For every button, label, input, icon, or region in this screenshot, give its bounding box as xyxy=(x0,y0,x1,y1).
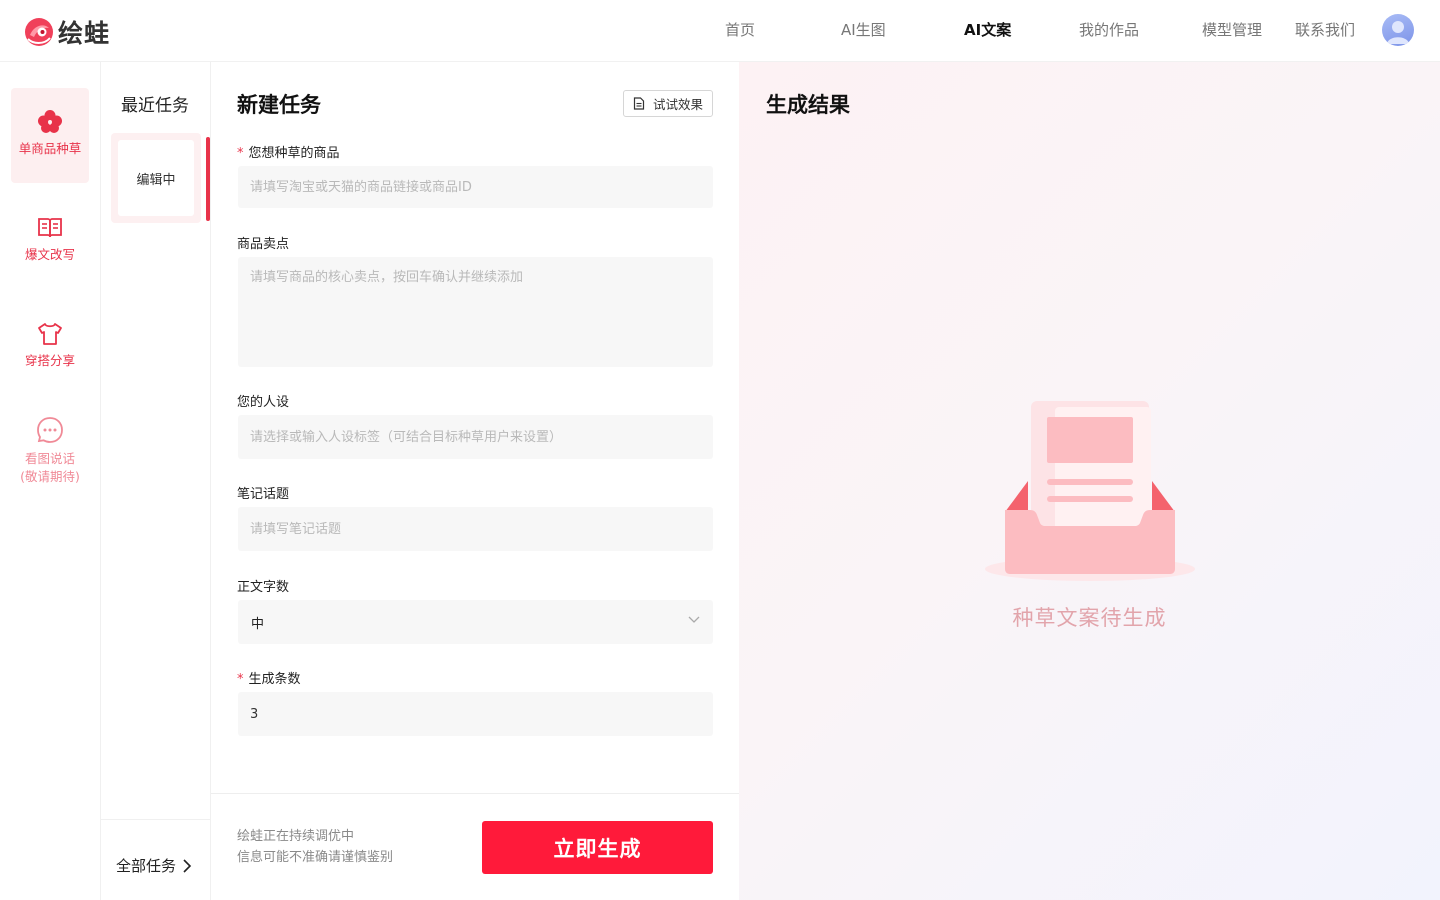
sidebar-item-label: 爆文改写 xyxy=(24,247,75,262)
sidebar-item-rewrite[interactable]: 爆文改写 xyxy=(11,214,89,264)
required-mark: * xyxy=(237,672,244,687)
chevron-right-icon xyxy=(183,858,192,873)
result-panel: 生成结果 种草文案待生成 xyxy=(739,62,1440,900)
nav-contact-us[interactable]: 联系我们 xyxy=(1295,19,1355,40)
try-effect-label: 试试效果 xyxy=(652,97,703,112)
all-tasks-link[interactable]: 全部任务 xyxy=(116,855,192,876)
divider xyxy=(101,819,211,820)
chevron-down-icon xyxy=(688,616,700,623)
count-label: * 生成条数 xyxy=(237,668,301,687)
task-status: 编辑中 xyxy=(118,140,194,216)
required-mark: * xyxy=(237,146,244,161)
shirt-icon xyxy=(38,323,62,345)
nav-home[interactable]: 首页 xyxy=(725,19,755,40)
nav-my-works[interactable]: 我的作品 xyxy=(1079,19,1139,40)
nav-ai-image[interactable]: AI生图 xyxy=(841,19,886,40)
persona-input[interactable] xyxy=(238,415,713,459)
user-avatar-icon xyxy=(1387,21,1409,44)
selling-points-textarea[interactable] xyxy=(238,257,713,367)
user-avatar[interactable] xyxy=(1382,14,1414,46)
word-count-label: 正文字数 xyxy=(237,580,290,595)
book-icon xyxy=(38,218,62,238)
frog-logo-icon xyxy=(25,18,53,46)
all-tasks-label: 全部任务 xyxy=(116,857,177,875)
sidebar-item-outfit-share[interactable]: 穿搭分享 xyxy=(11,320,89,370)
word-count-select[interactable]: 中 xyxy=(238,600,713,644)
sidebar-item-image-talk[interactable]: 看图说话 (敬请期待) xyxy=(11,416,89,486)
document-icon xyxy=(633,97,645,110)
feature-sidebar: 单商品种草 爆文改写 穿搭分享 看图说话 (敬请期待) xyxy=(0,62,101,900)
top-header: 绘蛙 首页 AI生图 AI文案 我的作品 模型管理 联系我们 xyxy=(0,0,1440,62)
recent-tasks-panel: 最近任务 编辑中 全部任务 xyxy=(101,62,211,900)
form-title: 新建任务 xyxy=(237,93,321,117)
selling-points-label: 商品卖点 xyxy=(237,237,290,252)
empty-state-text: 种草文案待生成 xyxy=(1012,606,1167,630)
nav-ai-copywriting[interactable]: AI文案 xyxy=(964,19,1011,40)
active-task-indicator xyxy=(206,137,210,221)
disclaimer: 绘蛙正在持续调优中 信息可能不准确请谨慎鉴别 xyxy=(237,826,393,868)
generate-button[interactable]: 立即生成 xyxy=(482,821,713,874)
disclaimer-line-2: 信息可能不准确请谨慎鉴别 xyxy=(237,850,394,865)
count-input[interactable] xyxy=(238,692,713,736)
product-input[interactable] xyxy=(238,166,713,208)
sidebar-item-single-product[interactable]: 单商品种草 xyxy=(11,88,89,183)
word-count-value: 中 xyxy=(251,617,265,632)
persona-label: 您的人设 xyxy=(237,395,290,410)
coming-soon-label: (敬请期待) xyxy=(20,469,80,484)
recent-tasks-title: 最近任务 xyxy=(121,96,189,116)
try-effect-button[interactable]: 试试效果 xyxy=(623,90,713,117)
new-task-form: 新建任务 试试效果 * 您想种草的商品 商品卖点 您的人设 笔记话题 正文字数 中… xyxy=(211,62,739,900)
result-title: 生成结果 xyxy=(766,93,850,117)
brand-name: 绘蛙 xyxy=(58,19,111,48)
chat-bubble-icon xyxy=(37,417,63,443)
nav-model-management[interactable]: 模型管理 xyxy=(1202,19,1262,40)
task-card[interactable]: 编辑中 xyxy=(111,133,201,223)
sidebar-item-label: 单商品种草 xyxy=(18,141,82,156)
divider xyxy=(211,793,739,794)
inbox-document-icon xyxy=(985,401,1195,581)
product-label: * 您想种草的商品 xyxy=(237,142,340,161)
sidebar-item-label: 看图说话 xyxy=(24,451,75,466)
logo[interactable]: 绘蛙 xyxy=(24,14,110,50)
count-label-text: 生成条数 xyxy=(248,672,301,687)
topic-label: 笔记话题 xyxy=(237,487,290,502)
sidebar-item-label: 穿搭分享 xyxy=(24,353,75,368)
product-label-text: 您想种草的商品 xyxy=(248,146,340,161)
disclaimer-line-1: 绘蛙正在持续调优中 xyxy=(237,829,355,844)
clover-icon xyxy=(38,110,62,133)
topic-input[interactable] xyxy=(238,507,713,551)
